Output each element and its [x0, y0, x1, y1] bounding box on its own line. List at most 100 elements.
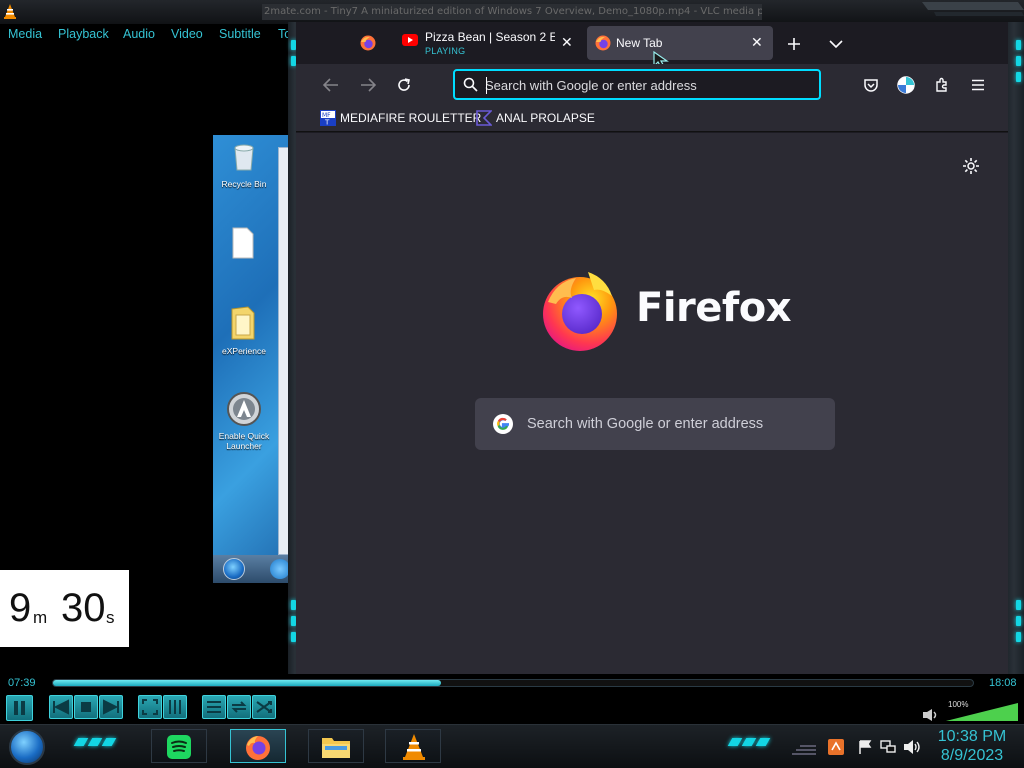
bookmark-icon [476, 110, 492, 126]
forward-button[interactable] [357, 74, 379, 96]
menu-video[interactable]: Video [171, 27, 203, 41]
frame-notch [1016, 40, 1021, 50]
shuffle-button[interactable] [252, 695, 276, 719]
flag-icon [859, 740, 872, 754]
url-bar[interactable] [453, 69, 821, 100]
tray-network[interactable] [879, 738, 897, 756]
firefox-icon [595, 35, 611, 51]
taskbar-spotify[interactable] [151, 729, 207, 763]
tray-volume[interactable] [903, 738, 921, 756]
account-button[interactable] [895, 74, 917, 96]
firefox-logo-icon [543, 272, 617, 351]
bookmark-anal-prolapse[interactable]: ANAL PROLAPSE [496, 111, 595, 125]
start-button[interactable] [9, 729, 45, 765]
win7-taskbar [213, 555, 295, 583]
next-button[interactable] [99, 695, 123, 719]
vlc-window-title: 2mate.com - Tiny7 A miniaturized edition… [262, 4, 762, 20]
vlc-titlebar: 2mate.com - Tiny7 A miniaturized edition… [0, 0, 1024, 24]
timer-minutes: 9 [9, 586, 32, 630]
pause-icon [14, 701, 25, 715]
equalizer-icon [169, 700, 181, 714]
reload-icon [398, 78, 410, 91]
vlc-icon [4, 4, 16, 19]
tab-title: Pizza Bean | Season 2 Epis [425, 30, 555, 44]
mediafire-icon: MF T [320, 110, 336, 126]
extensions-button[interactable] [931, 74, 953, 96]
tab-youtube[interactable]: Pizza Bean | Season 2 Epis PLAYING ✕ [396, 26, 582, 60]
loop-button[interactable] [227, 695, 251, 719]
taskbar-vlc[interactable] [385, 729, 441, 763]
youtube-icon [402, 34, 418, 46]
timer-seconds-unit: s [106, 608, 115, 627]
new-tab-button[interactable] [784, 34, 804, 54]
previous-button[interactable] [49, 695, 73, 719]
new-tab-search[interactable] [475, 398, 835, 450]
close-icon[interactable]: ✕ [561, 36, 573, 50]
menu-playback[interactable]: Playback [58, 27, 109, 41]
quick-launcher-icon [227, 392, 261, 426]
bookmark-mediafire-rouletter[interactable]: MEDIAFIRE ROULETTER [340, 111, 481, 125]
ie-icon [270, 559, 290, 579]
recycle-bin-label: Recycle Bin [221, 179, 267, 189]
folder-icon [231, 306, 255, 340]
sync-icon [828, 739, 844, 755]
plus-icon [788, 38, 800, 50]
pocket-button[interactable] [860, 74, 882, 96]
frame-notch [1016, 600, 1021, 610]
play-pause-button[interactable] [6, 695, 33, 721]
seek-bar[interactable] [52, 679, 974, 687]
menu-media[interactable]: Media [8, 27, 42, 41]
firefox-icon [246, 736, 270, 760]
arrow-left-icon [323, 78, 338, 92]
pocket-icon [864, 78, 878, 92]
stop-button[interactable] [74, 695, 98, 719]
chevron-down-icon [829, 40, 843, 49]
new-tab-search-input[interactable] [527, 413, 817, 435]
google-icon [493, 414, 513, 434]
timer-minutes-unit: m [33, 608, 48, 627]
playlist-button[interactable] [202, 695, 226, 719]
fullscreen-button[interactable] [138, 695, 162, 719]
app-menu-button[interactable] [967, 74, 989, 96]
timer-seconds: 30 [61, 586, 106, 630]
close-icon[interactable]: ✕ [751, 36, 763, 50]
bookmarks-toolbar: MF T MEDIAFIRE ROULETTER ANAL PROLAPSE [296, 104, 1008, 132]
tray-app-icon[interactable] [827, 738, 845, 756]
menu-subtitle[interactable]: Subtitle [219, 27, 261, 41]
file-explorer-icon [322, 738, 350, 758]
extended-settings-button[interactable] [163, 695, 187, 719]
search-icon [463, 77, 478, 92]
quick-launcher-label: Enable Quick Launcher [218, 431, 270, 451]
list-all-tabs-button[interactable] [826, 34, 846, 54]
tab-pinned-firefox[interactable] [352, 26, 382, 60]
loop-icon [231, 701, 247, 713]
system-clock[interactable]: 10:38 PM 8/9/2023 [932, 727, 1012, 765]
shuffle-icon [256, 701, 272, 713]
puzzle-icon [936, 77, 947, 92]
experience-label: eXPerience [222, 346, 266, 356]
back-button[interactable] [320, 74, 342, 96]
account-icon [897, 76, 915, 94]
url-input[interactable] [485, 75, 805, 95]
reload-button[interactable] [393, 74, 415, 96]
tab-title: New Tab [616, 36, 663, 50]
seek-progress [53, 680, 442, 686]
document-icon [232, 227, 254, 259]
taskbar-file-explorer[interactable] [308, 729, 364, 763]
menu-audio[interactable]: Audio [123, 27, 155, 41]
speaker-icon[interactable] [922, 708, 940, 722]
taskbar-firefox[interactable] [230, 729, 286, 763]
page-settings-button[interactable] [959, 154, 983, 178]
win7-desktop-video: Recycle Bin eXPerience Enable Quick Laun… [213, 135, 295, 583]
svg-text:T: T [324, 119, 330, 127]
tray-action-center[interactable] [856, 738, 874, 756]
tray-expand-icon[interactable] [790, 742, 818, 756]
tab-bar: Pizza Bean | Season 2 Epis PLAYING ✕ New… [296, 22, 1008, 70]
skip-forward-icon [103, 699, 119, 715]
volume-slider[interactable] [944, 701, 1020, 722]
frame-notch [1016, 72, 1021, 82]
stop-icon [81, 702, 91, 712]
frame-notch [1016, 632, 1021, 642]
tab-new-tab[interactable]: New Tab ✕ [587, 26, 773, 60]
arrow-right-icon [361, 78, 376, 92]
